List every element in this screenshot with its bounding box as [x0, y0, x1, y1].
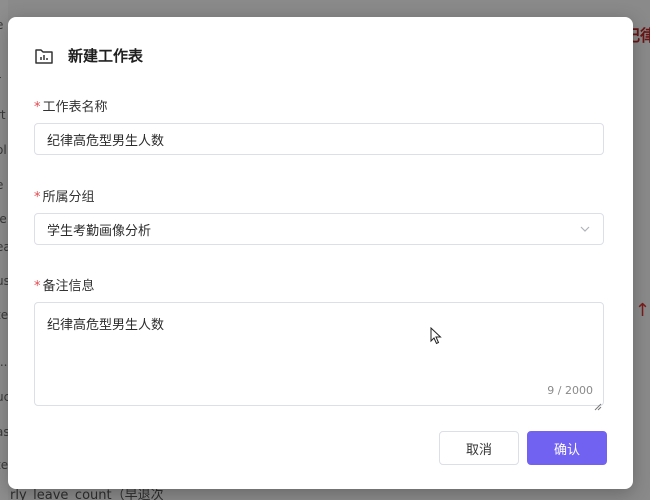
- worksheet-name-label: * 工作表名称: [34, 96, 108, 115]
- background-fragment: le: [0, 212, 7, 226]
- background-fragment: r: [0, 73, 1, 87]
- background-fragment: te: [0, 458, 9, 472]
- required-mark: *: [34, 190, 41, 205]
- background-fragment: ...: [0, 355, 8, 369]
- dialog-header: 新建工作表: [34, 45, 143, 66]
- resize-handle-icon[interactable]: [594, 396, 602, 411]
- new-worksheet-dialog: 新建工作表 * 工作表名称 纪律高危型男生人数 * 所属分组 学生考勤画像分析 * 备…: [8, 17, 633, 489]
- background-fragment: e: [0, 178, 3, 192]
- cancel-button[interactable]: 取消: [439, 431, 519, 465]
- background-left-strip: e r rt ol e le ea us te ... uc ast te: [0, 0, 14, 500]
- confirm-button[interactable]: 确认: [527, 431, 607, 465]
- notes-value: 纪律高危型男生人数: [47, 318, 165, 333]
- background-fragment: te: [0, 308, 9, 322]
- required-mark: *: [34, 279, 41, 294]
- worksheet-name-value: 纪律高危型男生人数: [47, 133, 165, 149]
- notes-label-text: 备注信息: [42, 279, 95, 294]
- char-count: 9 / 2000: [547, 384, 593, 397]
- worksheet-name-label-text: 工作表名称: [42, 100, 108, 115]
- notes-label: * 备注信息: [34, 275, 95, 294]
- group-select-value: 学生考勤画像分析: [47, 223, 152, 239]
- group-select[interactable]: 学生考勤画像分析: [34, 213, 604, 245]
- group-label-text: 所属分组: [42, 190, 95, 205]
- background-fragment: e: [0, 18, 3, 32]
- dialog-title: 新建工作表: [68, 47, 144, 65]
- notes-textarea[interactable]: 纪律高危型男生人数 9 / 2000: [34, 302, 604, 411]
- group-label: * 所属分组: [34, 186, 95, 205]
- required-mark: *: [34, 100, 41, 115]
- background-fragment: ol: [0, 143, 7, 157]
- background-fragment: rt: [0, 108, 6, 122]
- folder-chart-icon: [34, 46, 54, 66]
- chevron-down-icon[interactable]: [579, 223, 591, 235]
- mouse-cursor-icon: [430, 326, 442, 345]
- background-mark: ↑: [634, 300, 650, 321]
- worksheet-name-input[interactable]: 纪律高危型男生人数: [34, 123, 604, 155]
